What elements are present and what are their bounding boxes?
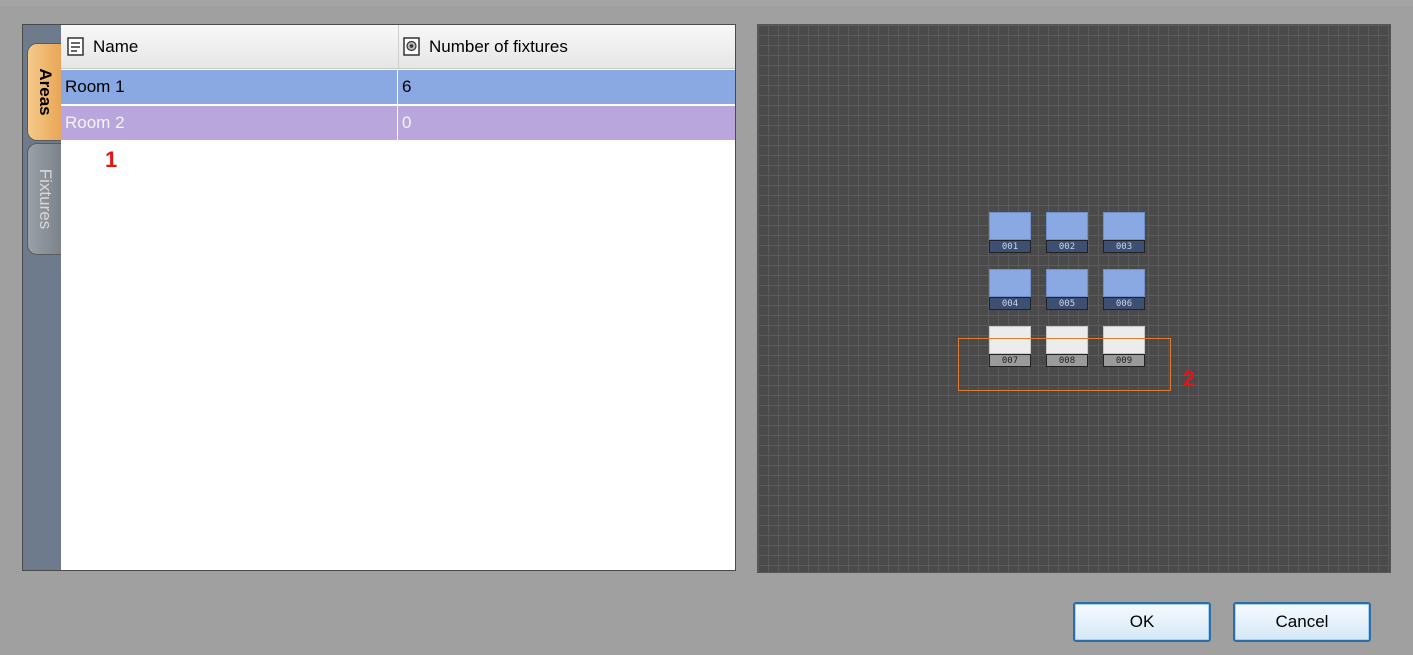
tab-areas[interactable]: Areas bbox=[27, 43, 61, 141]
selection-rectangle bbox=[958, 338, 1171, 391]
areas-table: Name Number of fixtures Room 1 6 Room 2 … bbox=[61, 25, 735, 570]
fixture-label: 006 bbox=[1103, 297, 1145, 310]
table-row[interactable]: Room 2 0 bbox=[61, 106, 735, 140]
fixture-label: 001 bbox=[989, 240, 1031, 253]
column-header-count-label: Number of fixtures bbox=[429, 36, 568, 56]
ok-button[interactable]: OK bbox=[1073, 602, 1211, 642]
row-name-cell: Room 2 bbox=[65, 113, 125, 132]
row-count-cell: 6 bbox=[397, 70, 735, 104]
annotation-marker-2: 2 bbox=[1183, 366, 1196, 391]
side-tab-strip: Areas Fixtures bbox=[23, 25, 61, 570]
fixture-tile[interactable]: 004 bbox=[989, 269, 1031, 311]
fixture-tile[interactable]: 003 bbox=[1103, 212, 1145, 254]
top-border bbox=[0, 0, 1413, 6]
tab-areas-label: Areas bbox=[35, 68, 55, 116]
column-header-name[interactable]: Name bbox=[67, 25, 397, 68]
fixture-layout-canvas[interactable]: 001 002 003 004 005 006 007 008 009 2 bbox=[757, 24, 1391, 573]
fixture-label: 005 bbox=[1046, 297, 1088, 310]
fixture-tile[interactable]: 005 bbox=[1046, 269, 1088, 311]
areas-panel: Areas Fixtures Name Number of fixtures R… bbox=[22, 24, 736, 571]
table-header: Name Number of fixtures bbox=[61, 25, 735, 69]
fixture-body bbox=[1103, 212, 1145, 240]
column-header-name-label: Name bbox=[93, 36, 139, 56]
tab-fixtures-label: Fixtures bbox=[35, 168, 55, 230]
row-name-cell: Room 1 bbox=[65, 77, 125, 96]
fixture-label: 003 bbox=[1103, 240, 1145, 253]
fixture-tile[interactable]: 001 bbox=[989, 212, 1031, 254]
fixture-label: 004 bbox=[989, 297, 1031, 310]
fixture-body bbox=[989, 269, 1031, 297]
row-count-cell: 0 bbox=[397, 106, 735, 140]
fixture-label: 002 bbox=[1046, 240, 1088, 253]
tab-fixtures[interactable]: Fixtures bbox=[27, 143, 61, 255]
annotation-marker-1: 1 bbox=[105, 147, 118, 172]
fixture-body bbox=[1046, 212, 1088, 240]
fixture-body bbox=[1046, 269, 1088, 297]
fixture-tile[interactable]: 002 bbox=[1046, 212, 1088, 254]
cancel-button[interactable]: Cancel bbox=[1233, 602, 1371, 642]
table-row[interactable]: Room 1 6 bbox=[61, 70, 735, 104]
fixture-body bbox=[1103, 269, 1145, 297]
fixture-count-icon bbox=[403, 36, 420, 56]
fixture-body bbox=[989, 212, 1031, 240]
column-header-count[interactable]: Number of fixtures bbox=[398, 25, 733, 68]
document-icon bbox=[67, 36, 84, 56]
fixture-tile[interactable]: 006 bbox=[1103, 269, 1145, 311]
